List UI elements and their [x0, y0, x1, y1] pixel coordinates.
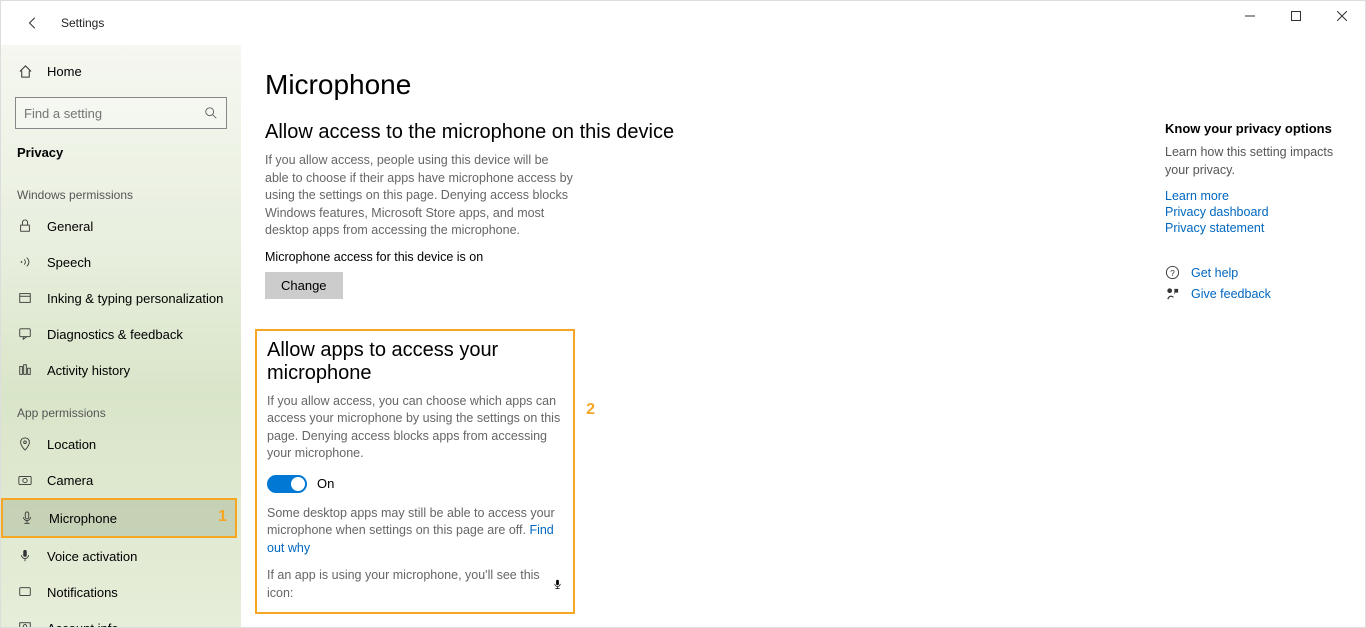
apps-access-toggle[interactable]	[267, 475, 307, 493]
nav-label: Speech	[47, 255, 91, 270]
feedback-icon	[17, 327, 33, 341]
group-app-permissions: App permissions	[1, 388, 241, 426]
nav-camera[interactable]: Camera	[1, 462, 241, 498]
annotation-box-1: Microphone 1	[1, 498, 237, 538]
section2-desc: If you allow access, you can choose whic…	[267, 393, 563, 463]
home-label: Home	[47, 64, 82, 79]
voice-icon	[17, 549, 33, 563]
home-nav[interactable]: Home	[1, 53, 241, 89]
back-button[interactable]	[17, 7, 49, 39]
maximize-button[interactable]	[1273, 1, 1319, 31]
section1-heading: Allow access to the microphone on this d…	[265, 121, 1141, 144]
section2-desc2: Some desktop apps may still be able to a…	[267, 505, 563, 558]
search-icon	[204, 106, 218, 120]
account-icon	[17, 621, 33, 627]
nav-label: Inking & typing personalization	[47, 291, 223, 306]
nav-label: Account info	[47, 621, 119, 628]
home-icon	[17, 64, 33, 79]
speech-icon	[17, 255, 33, 269]
nav-activity[interactable]: Activity history	[1, 352, 241, 388]
nav-general[interactable]: General	[1, 208, 241, 244]
nav-location[interactable]: Location	[1, 426, 241, 462]
lock-icon	[17, 219, 33, 233]
nav-microphone[interactable]: Microphone	[3, 500, 235, 536]
nav-notifications[interactable]: Notifications	[1, 574, 241, 610]
nav-label: Location	[47, 437, 96, 452]
notifications-icon	[17, 585, 33, 599]
minimize-button[interactable]	[1227, 1, 1273, 31]
nav-label: Camera	[47, 473, 93, 488]
toggle-label: On	[317, 476, 334, 491]
nav-label: Diagnostics & feedback	[47, 327, 183, 342]
search-input[interactable]	[15, 97, 227, 129]
sidebar: Home Privacy Windows permissions General…	[1, 45, 241, 627]
nav-voice-activation[interactable]: Voice activation	[1, 538, 241, 574]
nav-label: Voice activation	[47, 549, 137, 564]
nav-diagnostics[interactable]: Diagnostics & feedback	[1, 316, 241, 352]
device-access-status: Microphone access for this device is on	[265, 250, 1141, 264]
camera-icon	[17, 473, 33, 487]
location-icon	[17, 437, 33, 451]
nav-label: General	[47, 219, 93, 234]
rp-heading: Know your privacy options	[1165, 121, 1349, 136]
svg-text:?: ?	[1170, 268, 1175, 278]
nav-inking[interactable]: Inking & typing personalization	[1, 280, 241, 316]
annotation-number-1: 1	[218, 508, 227, 526]
annotation-box-2: Allow apps to access your microphone If …	[255, 329, 575, 615]
activity-icon	[17, 363, 33, 377]
microphone-indicator-icon	[552, 579, 563, 590]
window-title: Settings	[61, 16, 104, 30]
change-button[interactable]: Change	[265, 272, 343, 299]
nav-account-info[interactable]: Account info	[1, 610, 241, 627]
privacy-dashboard-link[interactable]: Privacy dashboard	[1165, 205, 1349, 219]
nav-label: Microphone	[49, 511, 117, 526]
rp-desc: Learn how this setting impacts your priv…	[1165, 144, 1349, 179]
section2-desc3: If an app is using your microphone, you'…	[267, 567, 563, 602]
microphone-icon	[19, 511, 35, 525]
give-feedback-link[interactable]: Give feedback	[1165, 286, 1349, 301]
annotation-number-2: 2	[586, 401, 595, 419]
right-pane: Know your privacy options Learn how this…	[1165, 45, 1365, 627]
learn-more-link[interactable]: Learn more	[1165, 189, 1349, 203]
get-help-link[interactable]: ? Get help	[1165, 265, 1349, 280]
nav-speech[interactable]: Speech	[1, 244, 241, 280]
nav-label: Activity history	[47, 363, 130, 378]
help-icon: ?	[1165, 265, 1181, 280]
feedback-icon	[1165, 286, 1181, 301]
section2-heading: Allow apps to access your microphone	[267, 339, 563, 385]
main-content: Microphone Allow access to the microphon…	[241, 45, 1165, 627]
inking-icon	[17, 291, 33, 305]
category-label: Privacy	[1, 141, 241, 170]
section1-desc: If you allow access, people using this d…	[265, 152, 575, 240]
page-title: Microphone	[265, 69, 1141, 101]
nav-label: Notifications	[47, 585, 118, 600]
close-button[interactable]	[1319, 1, 1365, 31]
privacy-statement-link[interactable]: Privacy statement	[1165, 221, 1349, 235]
group-windows-permissions: Windows permissions	[1, 170, 241, 208]
